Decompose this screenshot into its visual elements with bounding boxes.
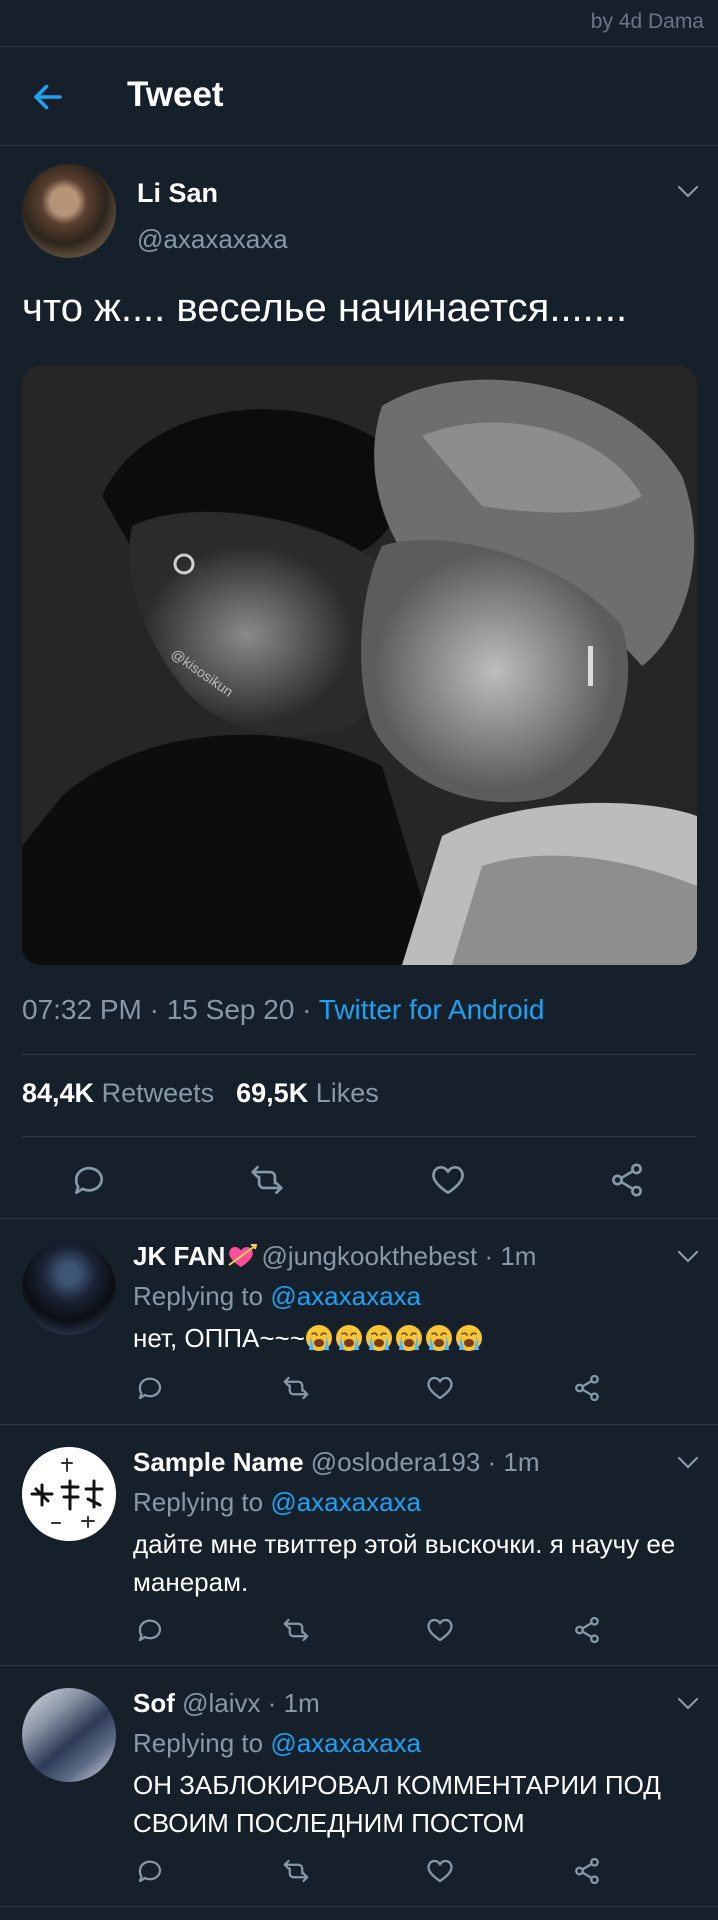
replying-to: Replying to @axaxaxaxa (133, 1281, 421, 1312)
speech-bubble-icon[interactable] (70, 1161, 108, 1199)
reply-tweet[interactable]: Sof @laivx · 1m Replying to @axaxaxaxa О… (0, 1666, 718, 1906)
retweet-icon[interactable] (280, 1856, 312, 1886)
chevron-down-icon[interactable] (676, 1455, 700, 1471)
tweet-actions (0, 1151, 718, 1211)
reply-author-name[interactable]: Sample Name (133, 1447, 304, 1477)
retweet-icon[interactable] (280, 1373, 312, 1403)
replying-to: Replying to @axaxaxaxa (133, 1487, 421, 1518)
retweet-icon[interactable] (280, 1615, 312, 1645)
divider (22, 1054, 696, 1055)
share-icon[interactable] (608, 1161, 646, 1199)
loudly-crying-face-emoji (455, 1325, 482, 1351)
reply-tweet[interactable]: Sample Name @oslodera193 · 1m Replying t… (0, 1425, 718, 1665)
chevron-down-icon[interactable] (676, 1696, 700, 1712)
replying-to-mention[interactable]: @axaxaxaxa (270, 1487, 421, 1517)
replying-to-mention[interactable]: @axaxaxaxa (270, 1281, 421, 1311)
tweet-metadata: 07:32 PM · 15 Sep 20 · Twitter for Andro… (22, 994, 544, 1026)
reply-avatar[interactable] (22, 1447, 116, 1541)
tweet-image[interactable]: @kisosikun (22, 366, 697, 965)
reply-text: ОН ЗАБЛОКИРОВАЛ КОММЕНТАРИИ ПОД СВОИМ ПО… (133, 1770, 661, 1838)
replying-to-label: Replying to (133, 1487, 271, 1517)
reply-text: дайте мне твиттер этой выскочки. я научу… (133, 1529, 676, 1597)
reply-avatar[interactable] (22, 1688, 116, 1782)
tweet-timestamp: 07:32 PM · 15 Sep 20 · (22, 994, 319, 1025)
loudly-crying-face-emoji (395, 1325, 422, 1351)
chevron-down-icon[interactable] (676, 184, 700, 200)
chevron-down-icon[interactable] (676, 1249, 700, 1265)
tweet-text: что ж.... веселье начинается....... (22, 286, 628, 330)
reply-text: нет, ОППА~~~ (133, 1319, 693, 1357)
calligraphy-avatar-illustration (22, 1447, 116, 1541)
reply-header: Sample Name @oslodera193 · 1m (133, 1447, 540, 1478)
replying-to-label: Replying to (133, 1728, 271, 1758)
reply-actions (0, 1852, 718, 1892)
reply-handle[interactable]: @jungkookthebest · 1m (261, 1241, 536, 1271)
likes-label[interactable]: Likes (316, 1078, 379, 1108)
heart-icon[interactable] (425, 1615, 455, 1645)
reply-actions (0, 1369, 718, 1409)
share-icon[interactable] (572, 1615, 602, 1645)
top-bar: Tweet (0, 46, 718, 146)
author-name[interactable]: Li San (137, 178, 218, 209)
retweet-icon[interactable] (247, 1161, 287, 1199)
speech-bubble-icon[interactable] (135, 1856, 165, 1886)
arrow-left-icon[interactable] (30, 79, 66, 115)
author-handle[interactable]: @axaxaxaxa (137, 224, 288, 255)
retweets-label[interactable]: Retweets (102, 1078, 215, 1108)
reply-author-name[interactable]: JK FAN (133, 1241, 225, 1271)
page-title: Tweet (127, 75, 224, 114)
heart-icon[interactable] (425, 1373, 455, 1403)
replying-to: Replying to @axaxaxaxa (133, 1728, 421, 1759)
share-icon[interactable] (572, 1373, 602, 1403)
loudly-crying-face-emoji (365, 1325, 392, 1351)
retweets-count[interactable]: 84,4K (22, 1078, 94, 1108)
author-avatar[interactable] (22, 164, 116, 258)
tweet-stats: 84,4K Retweets 69,5K Likes (22, 1078, 379, 1109)
replying-to-label: Replying to (133, 1281, 271, 1311)
tweet-source-link[interactable]: Twitter for Android (319, 994, 545, 1025)
reply-avatar[interactable] (22, 1241, 116, 1335)
reply-actions (0, 1611, 718, 1651)
loudly-crying-face-emoji (335, 1325, 362, 1351)
share-icon[interactable] (572, 1856, 602, 1886)
loudly-crying-face-emoji (425, 1325, 452, 1351)
reply-tweet[interactable]: JK FAN @jungkookthebest · 1m Replying to… (0, 1219, 718, 1424)
reply-header: JK FAN @jungkookthebest · 1m (133, 1241, 536, 1272)
heart-icon[interactable] (425, 1856, 455, 1886)
reply-author-name[interactable]: Sof (133, 1688, 175, 1718)
divider (22, 1136, 696, 1137)
watermark: by 4d Dama (590, 10, 704, 33)
reply-text-content: нет, ОППА~~~ (133, 1323, 305, 1353)
speech-bubble-icon[interactable] (135, 1373, 165, 1403)
heart-arrow-emoji (228, 1244, 258, 1267)
likes-count[interactable]: 69,5K (236, 1078, 308, 1108)
replying-to-mention[interactable]: @axaxaxaxa (270, 1728, 421, 1758)
heart-icon[interactable] (429, 1161, 467, 1199)
reply-handle[interactable]: @laivx · 1m (182, 1688, 320, 1718)
reply-header: Sof @laivx · 1m (133, 1688, 320, 1719)
speech-bubble-icon[interactable] (135, 1615, 165, 1645)
reply-handle[interactable]: @oslodera193 · 1m (311, 1447, 540, 1477)
loudly-crying-face-emoji (305, 1325, 332, 1351)
photo-illustration: @kisosikun (22, 366, 697, 965)
divider (0, 1906, 718, 1907)
crying-emoji-row (305, 1323, 485, 1353)
